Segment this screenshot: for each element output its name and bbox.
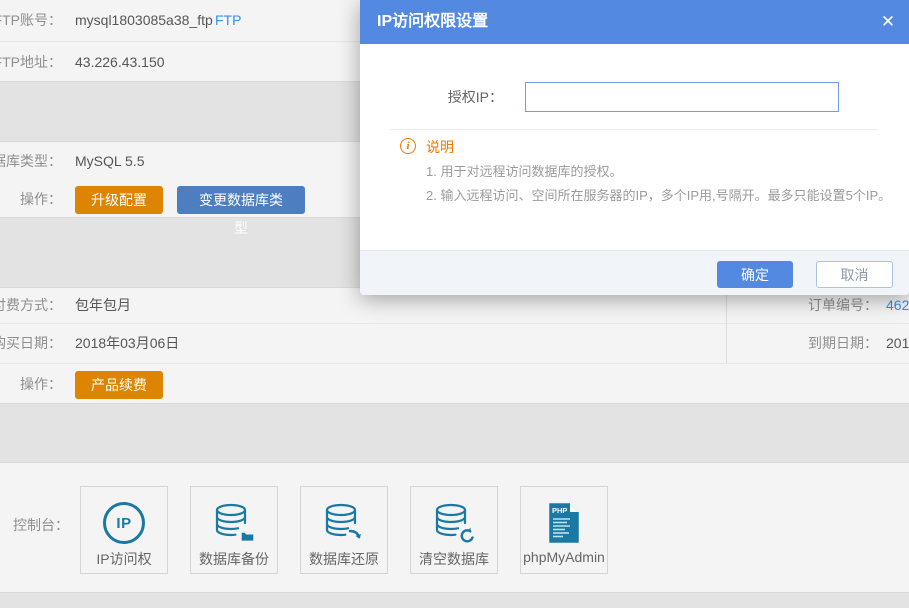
ip-access-modal: IP访问权限设置 ✕ 授权IP： i 说明 1. 用于对远程访问数据库的授权。 …: [360, 0, 909, 295]
authorized-ip-input[interactable]: [525, 82, 839, 112]
svg-text:PHP: PHP: [552, 506, 567, 515]
console-card-db-restore[interactable]: 数据库还原: [300, 486, 388, 574]
console-card-label: phpMyAdmin: [523, 549, 605, 565]
expire-date-label: 到期日期：: [808, 324, 878, 363]
database-restore-icon: [321, 500, 367, 546]
section-console: 控制台： IP IP访问权 数据库备份: [0, 462, 909, 593]
console-card-label: IP访问权: [96, 549, 151, 569]
change-db-type-button[interactable]: 变更数据库类型: [177, 186, 305, 214]
close-icon[interactable]: ✕: [877, 11, 899, 33]
pay-method-value: 包年包月: [75, 288, 131, 323]
database-clear-icon: [431, 500, 477, 546]
cancel-button[interactable]: 取消: [816, 261, 893, 288]
ftp-account-label: 库FTP账号：: [0, 0, 62, 41]
notes-heading: 说明: [426, 137, 454, 157]
purchase-date-value: 2018年03月06日: [75, 324, 179, 363]
section-billing: 付费方式： 包年包月 订单编号： 462 购买日期： 2018年03月06日 到…: [0, 287, 909, 404]
console-card-phpmyadmin[interactable]: PHP phpMyAdmin: [520, 486, 608, 574]
authorized-ip-label: 授权IP：: [448, 82, 503, 112]
db-type-label: 据库类型：: [0, 142, 62, 180]
renew-actions-label: 操作：: [20, 364, 62, 405]
ftp-address-value: 43.226.43.150: [75, 42, 165, 82]
ftp-address-label: 库FTP地址：: [0, 42, 62, 82]
purchase-date-label: 购买日期：: [0, 324, 62, 363]
pay-method-label: 付费方式：: [0, 288, 62, 323]
screen: 库FTP账号： mysql1803085a38_ftp FTP 库FTP地址： …: [0, 0, 909, 608]
ip-access-icon: IP: [103, 500, 145, 546]
upgrade-config-button[interactable]: 升级配置: [75, 186, 163, 214]
modal-title: IP访问权限设置: [377, 0, 488, 44]
row-purchase-date: 购买日期： 2018年03月06日 到期日期： 2018: [0, 324, 909, 363]
console-label: 控制台：: [13, 515, 69, 535]
expire-date-value: 2018: [886, 324, 909, 363]
console-card-label: 清空数据库: [419, 549, 489, 569]
confirm-button[interactable]: 确定: [717, 261, 793, 288]
ftp-account-value: mysql1803085a38_ftp: [75, 0, 213, 41]
phpmyadmin-icon: PHP: [546, 500, 582, 546]
note-item-1: 1. 用于对远程访问数据库的授权。: [426, 161, 622, 180]
console-card-db-clear[interactable]: 清空数据库: [410, 486, 498, 574]
console-card-label: 数据库备份: [199, 549, 269, 569]
modal-footer: 确定 取消: [360, 250, 909, 295]
column-divider: [726, 288, 727, 363]
db-type-value: MySQL 5.5: [75, 142, 145, 180]
db-actions-label: 操作：: [20, 180, 62, 219]
modal-divider: [390, 129, 878, 130]
console-card-label: 数据库还原: [309, 549, 379, 569]
console-card-ip-access[interactable]: IP IP访问权: [80, 486, 168, 574]
row-renew-action: 操作： 产品续费: [0, 364, 909, 405]
note-item-2: 2. 输入远程访问、空间所在服务器的IP，多个IP用,号隔开。最多只能设置5个I…: [426, 185, 891, 204]
ftp-link[interactable]: FTP: [215, 0, 241, 41]
database-backup-icon: [211, 500, 257, 546]
renew-product-button[interactable]: 产品续费: [75, 371, 163, 399]
info-icon: i: [400, 138, 416, 154]
console-card-db-backup[interactable]: 数据库备份: [190, 486, 278, 574]
modal-header: IP访问权限设置 ✕: [360, 0, 909, 44]
